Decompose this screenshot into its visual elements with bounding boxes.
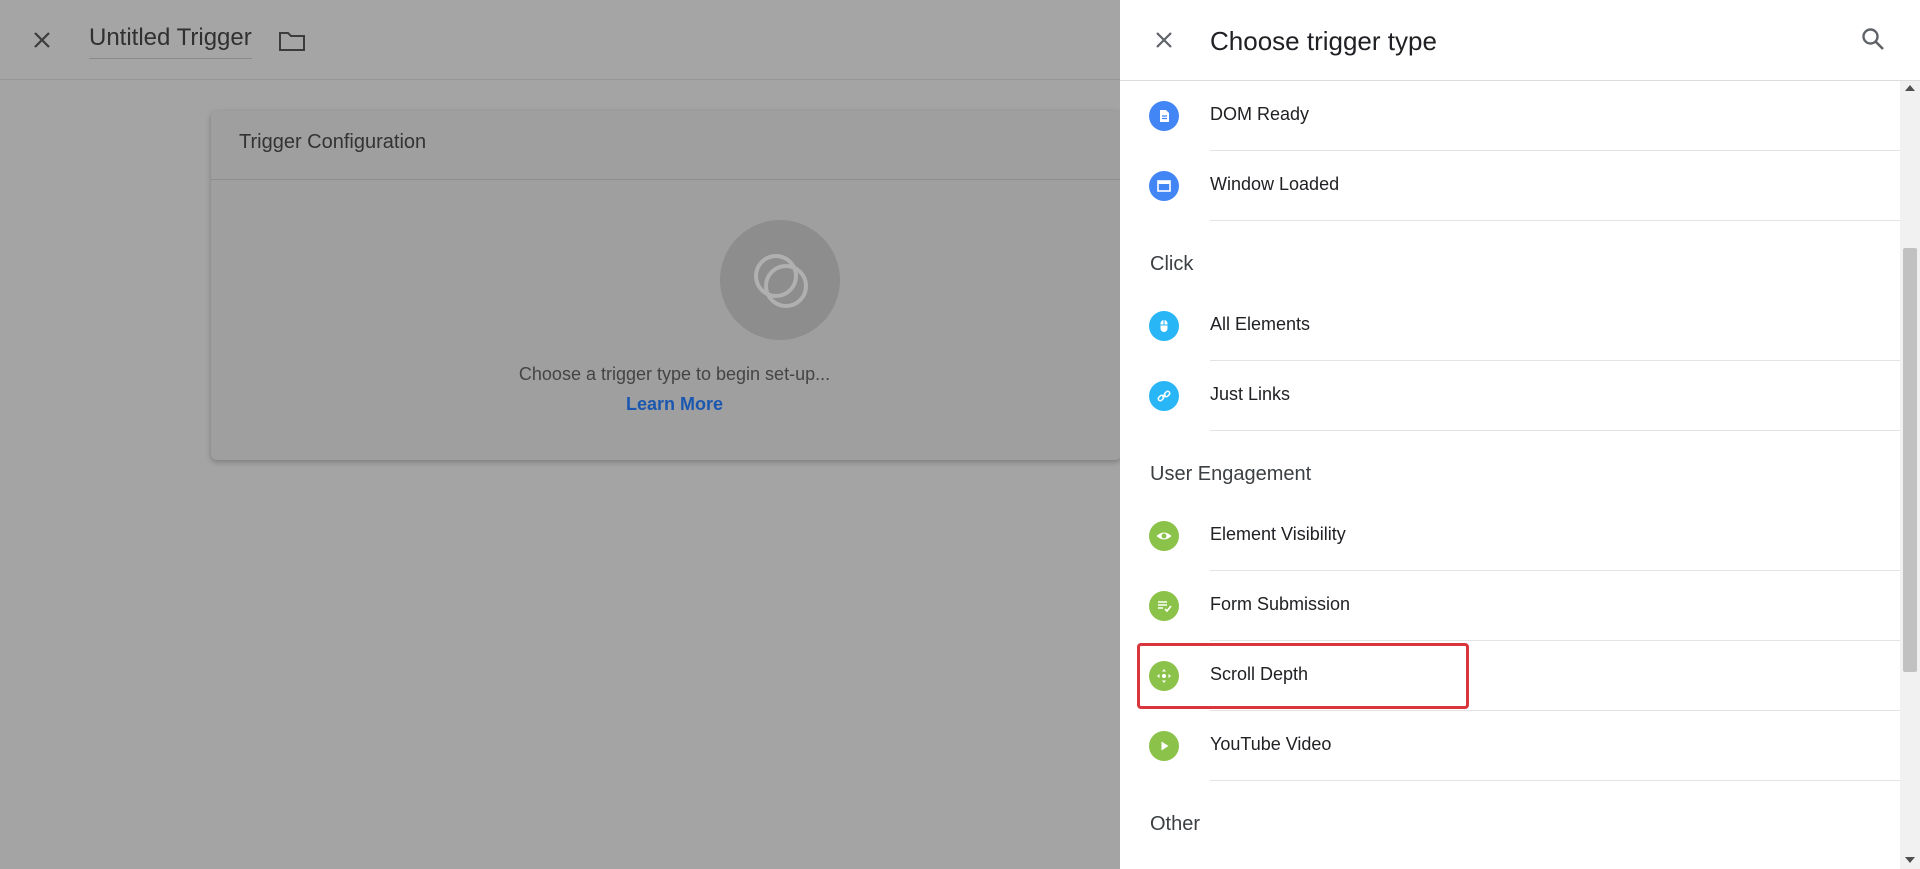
card-divider [211,179,1121,180]
scroll-up-arrow-icon[interactable] [1905,85,1915,91]
trigger-type-panel: Choose trigger type DOM Ready Window Loa… [1120,0,1920,869]
panel-title: Choose trigger type [1210,26,1437,56]
learn-more-link[interactable]: Learn More [211,394,1121,415]
trigger-item-label: DOM Ready [1210,104,1310,124]
trigger-item-dom-ready[interactable]: DOM Ready [1120,81,1900,151]
card-title: Trigger Configuration [239,131,427,153]
close-icon[interactable] [1152,28,1176,52]
scrollbar-thumb[interactable] [1903,248,1917,672]
trigger-item-label: Form Submission [1210,594,1351,614]
scroll-down-arrow-icon[interactable] [1905,857,1915,863]
trigger-item-form-submission[interactable]: Form Submission [1120,571,1900,641]
play-icon [1149,731,1179,761]
eye-icon [1149,521,1179,551]
section-header-click: Click [1150,253,1194,275]
form-check-icon [1149,591,1179,621]
trigger-item-youtube-video[interactable]: YouTube Video [1120,711,1900,781]
section-header-other: Other [1150,813,1201,835]
trigger-name-field[interactable]: Untitled Trigger [89,24,252,59]
trigger-type-list: DOM Ready Window Loaded Click All Elemen… [1120,81,1900,869]
trigger-item-element-visibility[interactable]: Element Visibility [1120,501,1900,571]
scrollbar[interactable] [1900,81,1920,869]
trigger-item-label: All Elements [1210,314,1311,334]
trigger-item-window-loaded[interactable]: Window Loaded [1120,151,1900,221]
close-icon[interactable] [30,28,54,52]
divider [1210,780,1900,781]
window-icon [1149,171,1179,201]
trigger-item-label: Element Visibility [1210,524,1346,544]
divider [1210,220,1900,221]
trigger-item-label: YouTube Video [1210,734,1332,754]
highlight-box [1137,643,1469,709]
search-icon[interactable] [1860,26,1886,52]
mouse-icon [1149,311,1179,341]
trigger-placeholder-icon[interactable] [720,220,840,340]
trigger-item-label: Just Links [1210,384,1291,404]
empty-state-text: Choose a trigger type to begin set-up... [518,364,831,384]
folder-icon[interactable] [278,29,306,53]
trigger-item-all-elements[interactable]: All Elements [1120,291,1900,361]
section-header-user-engagement: User Engagement [1150,463,1312,485]
trigger-item-label: Window Loaded [1210,174,1340,194]
trigger-configuration-card[interactable]: Trigger Configuration Choose a trigger t… [211,111,1121,460]
link-icon [1149,381,1179,411]
trigger-item-just-links[interactable]: Just Links [1120,361,1900,431]
panel-header: Choose trigger type [1120,0,1920,81]
document-icon [1149,101,1179,131]
divider [1210,430,1900,431]
